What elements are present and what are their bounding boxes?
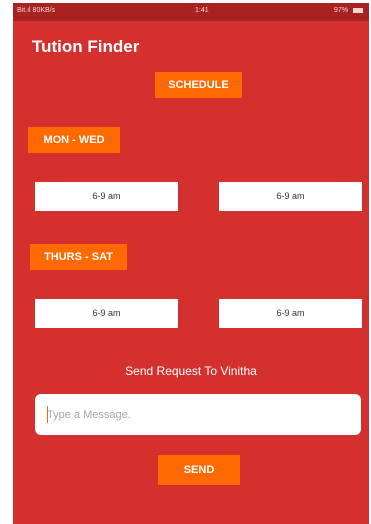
schedule-button[interactable]: SCHEDULE [155, 72, 242, 98]
group-label-mon-wed: MON - WED [28, 127, 120, 153]
clock: 1:41 [195, 7, 209, 14]
group-label-thurs-sat: THURS - SAT [30, 244, 127, 270]
signal-status: Bit.ıl 80KB/s [17, 7, 56, 14]
time-slot-mon-wed-2[interactable]: 6-9 am [219, 182, 362, 211]
send-button[interactable]: SEND [158, 455, 240, 485]
message-input[interactable] [35, 394, 361, 435]
status-bar: Bit.ıl 80KB/s 1:41 97% [13, 3, 369, 21]
battery-status: 97% [334, 7, 363, 14]
time-slot-mon-wed-1[interactable]: 6-9 am [35, 182, 178, 211]
time-slot-thurs-sat-1[interactable]: 6-9 am [35, 299, 178, 328]
battery-icon [353, 7, 363, 13]
time-slot-thurs-sat-2[interactable]: 6-9 am [219, 299, 362, 328]
text-cursor [47, 406, 48, 423]
battery-percent: 97% [334, 7, 349, 14]
app-title: Tution Finder [32, 37, 140, 56]
request-heading: Send Request To Vinitha [125, 364, 257, 378]
app-screen: Bit.ıl 80KB/s 1:41 97% Tution Finder SCH… [13, 3, 369, 524]
